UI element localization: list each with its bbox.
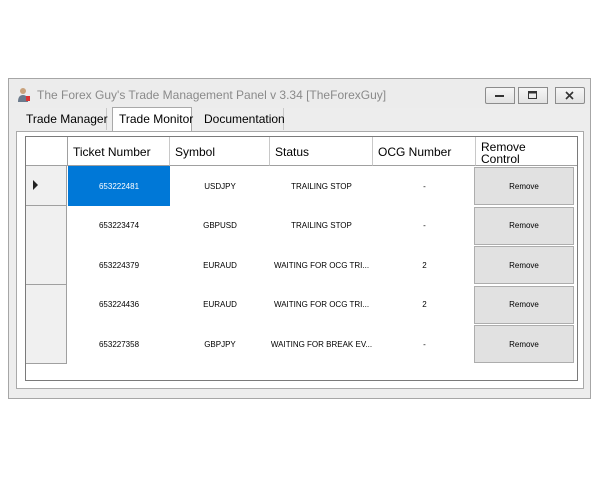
ocg-cell[interactable]: 2 [373, 285, 476, 325]
close-icon [565, 91, 574, 100]
ticket-cell[interactable]: 653222481 [68, 166, 170, 206]
column-header-remove[interactable]: Remove Control [476, 137, 577, 166]
app-window: The Forex Guy's Trade Management Panel v… [8, 78, 591, 399]
ticket-cell[interactable]: 653227358 [68, 324, 170, 364]
tab-strip: Trade Manager Trade Monitor Documentatio… [9, 107, 590, 131]
status-cell[interactable]: WAITING FOR OCG TRI... [270, 245, 373, 285]
symbol-cell[interactable]: GBPJPY [170, 324, 270, 364]
window-title: The Forex Guy's Trade Management Panel v… [37, 88, 387, 102]
maximize-icon [528, 91, 537, 99]
row-header[interactable] [26, 166, 67, 206]
tab-trade-monitor[interactable]: Trade Monitor [112, 107, 193, 131]
row-header[interactable] [26, 245, 67, 285]
remove-button[interactable]: Remove [474, 285, 574, 324]
column-header-symbol[interactable]: Symbol [170, 137, 270, 166]
ticket-cell[interactable]: 653223474 [68, 206, 170, 246]
remove-button[interactable]: Remove [474, 167, 574, 205]
minimize-icon [495, 94, 504, 97]
status-cell[interactable]: WAITING FOR OCG TRI... [270, 285, 373, 325]
remove-button[interactable]: Remove [474, 325, 574, 363]
column-header-ticket[interactable]: Ticket Number [68, 137, 170, 166]
ocg-cell[interactable]: 2 [373, 245, 476, 285]
row-header[interactable] [26, 284, 67, 325]
trade-monitor-panel: Ticket Number Symbol Status OCG Number R… [16, 131, 584, 389]
close-button[interactable] [555, 87, 585, 104]
ticket-cell[interactable]: 653224436 [68, 285, 170, 325]
ocg-cell[interactable]: - [373, 166, 476, 206]
tab-documentation[interactable]: Documentation [198, 108, 285, 130]
remove-button[interactable]: Remove [474, 246, 574, 284]
symbol-cell[interactable]: USDJPY [170, 166, 270, 206]
status-cell[interactable]: TRAILING STOP [270, 206, 373, 246]
ocg-cell[interactable]: - [373, 206, 476, 246]
ticket-cell[interactable]: 653224379 [68, 245, 170, 285]
column-header-status[interactable]: Status [270, 137, 373, 166]
ocg-cell[interactable]: - [373, 324, 476, 364]
row-header[interactable] [26, 324, 67, 364]
status-cell[interactable]: WAITING FOR BREAK EV... [270, 324, 373, 364]
tab-trade-manager[interactable]: Trade Manager [20, 108, 108, 130]
trades-grid: Ticket Number Symbol Status OCG Number R… [25, 136, 578, 381]
user-icon [18, 88, 30, 102]
row-header[interactable] [26, 205, 67, 246]
minimize-button[interactable] [485, 87, 515, 104]
status-cell[interactable]: TRAILING STOP [270, 166, 373, 206]
symbol-cell[interactable]: EURAUD [170, 285, 270, 325]
corner-header [26, 137, 68, 166]
maximize-button[interactable] [518, 87, 548, 104]
title-bar[interactable]: The Forex Guy's Trade Management Panel v… [9, 79, 590, 108]
symbol-cell[interactable]: GBPUSD [170, 206, 270, 246]
column-header-ocg[interactable]: OCG Number [373, 137, 476, 166]
remove-button[interactable]: Remove [474, 206, 574, 245]
symbol-cell[interactable]: EURAUD [170, 245, 270, 285]
row-pointer-icon [33, 180, 38, 190]
